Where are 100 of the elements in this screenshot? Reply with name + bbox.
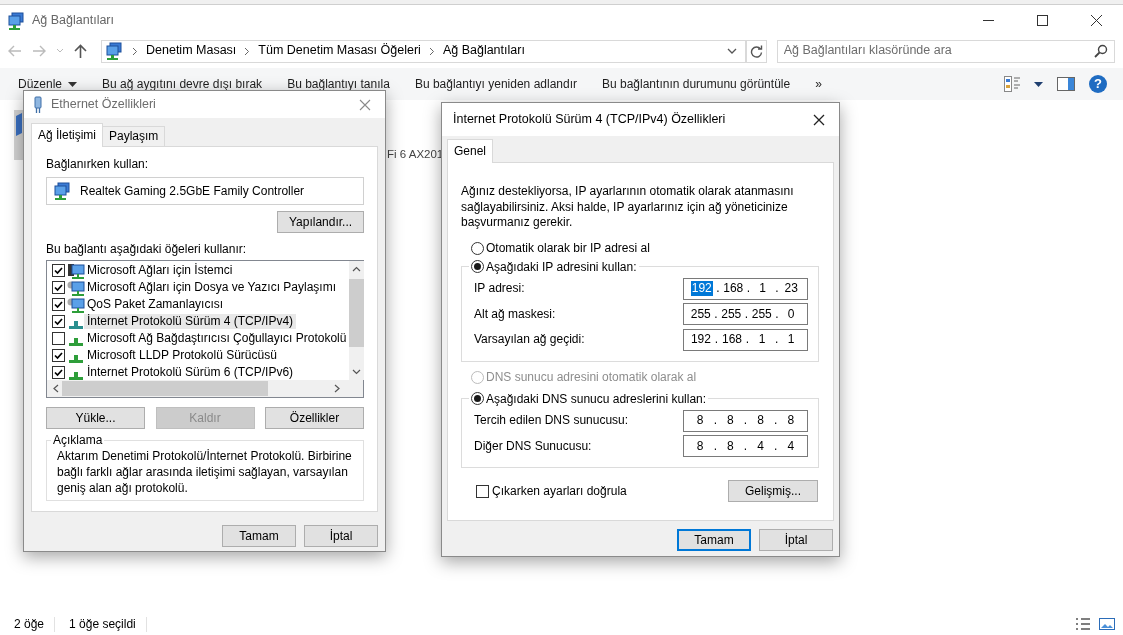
network-client-icon [67,262,85,279]
chevron-right-icon [244,46,251,56]
toolbar-button[interactable]: Düzenle [18,76,78,92]
network-service-icon [67,296,85,313]
toolbar-button[interactable]: Bu bağlantıyı tanıla [287,76,390,92]
status-text: 1 öğe seçildi [69,616,147,632]
list-item[interactable]: Microsoft Ağları için Dosya ve Yazıcı Paylaşımı [84,280,339,295]
search-input[interactable]: Ağ Bağlantıları klasöründe ara [783,43,1094,59]
field-label: IP adresi: [474,281,525,297]
ip-address-field[interactable]: 8 . 8 . 8 . 8 [683,409,808,432]
close-icon[interactable] [813,113,825,126]
radio-button[interactable] [471,392,484,406]
address-bar[interactable]: Denetim Masası Tüm Denetim Masası Öğeleri Ağ Bağlantıları [101,39,746,63]
network-protocol-icon [69,337,83,346]
scroll-up-icon[interactable] [352,266,362,272]
dialog-title: İnternet Protokolü Sürüm 4 (TCP/IPv4) Özellikleri [453,111,726,128]
maximize-icon[interactable] [1036,15,1048,26]
network-folder-icon [106,42,124,60]
section-label: Bağlanırken kullan: [46,157,150,172]
details-view-icon[interactable] [1075,617,1091,631]
breadcrumb-link[interactable]: Tüm Denetim Masası Öğeleri [258,43,421,59]
dialog-button[interactable]: Tamam [222,525,296,547]
option-label[interactable]: Aşağıdaki IP adresini kullan: [486,259,637,275]
tab[interactable]: Genel [447,139,494,163]
description-text: Aktarım Denetimi Protokolü/İnternet Protokolü. Birbirine bağlı farklı ağlar arasında iletişimi sağlayan, varsayılan geniş alan ağı protokolü. [57,449,353,497]
close-icon[interactable] [1090,15,1102,26]
field-label: Alt ağ maskesi: [474,306,556,322]
window-title: Ağ Bağlantıları [32,12,114,29]
ip-address-field[interactable]: 8 . 8 . 4 . 4 [683,435,808,458]
intro-text: Ağınız destekliyorsa, IP ayarlarının otomatik olarak atanmasını sağlayabilirsiniz. Aksi halde, IP ayarlarınız için ağ yöneticinize başvurmanız gerekir. [461,184,795,231]
chevron-right-icon [428,46,435,56]
view-options-icon[interactable] [1004,76,1020,92]
search-icon[interactable] [1094,44,1108,58]
field-label: Tercih edilen DNS sunucusu: [474,413,629,429]
more-button[interactable]: » [815,76,822,92]
dialog-button[interactable]: Tamam [677,529,751,551]
network-adapter-icon [54,182,72,200]
dialog-button[interactable]: Özellikler [265,407,364,429]
checkbox-label[interactable]: Çıkarken ayarları doğrula [492,483,627,499]
status-text: 2 öğe [14,616,56,632]
checkbox[interactable] [476,484,489,498]
toolbar-button[interactable]: Bu bağlantının durumunu görüntüle [602,76,791,92]
refresh-icon[interactable] [749,44,763,58]
list-item[interactable]: İnternet Protokolü Sürüm 4 (TCP/IPv4) [84,314,297,329]
checkbox[interactable] [52,349,65,362]
adapter-name: Fi 6 AX201 [387,147,444,162]
caret-icon[interactable] [68,81,78,87]
ip-address-field[interactable]: 192 . 168 . 1 . 1 [683,328,808,351]
scroll-down-icon[interactable] [352,369,362,375]
dialog-button[interactable]: Yükle... [46,407,145,429]
large-icons-view-icon[interactable] [1099,617,1115,631]
minimize-icon[interactable] [982,20,994,21]
field-label: Diğer DNS Sunucusu: [474,438,592,454]
scroll-left-icon[interactable] [52,384,60,393]
scroll-right-icon[interactable] [333,384,341,393]
option-label[interactable]: Aşağıdaki DNS sunucu adreslerini kullan: [486,391,707,407]
breadcrumb-link[interactable]: Denetim Masası [146,43,237,59]
network-adapter-icon [14,110,24,160]
horizontal-scrollbar[interactable] [47,380,363,397]
list-item[interactable]: İnternet Protokolü Sürüm 6 (TCP/IPv6) [84,365,297,380]
radio-button[interactable] [471,260,484,274]
checkbox[interactable] [52,264,65,277]
vertical-scrollbar[interactable] [349,261,365,380]
list-item[interactable]: Microsoft Ağ Bağdaştırıcısı Çoğullayıcı Protokolü [84,331,350,346]
section-label: Bu bağlantı aşağıdaki öğeleri kullanır: [46,242,248,257]
field-label: Varsayılan ağ geçidi: [474,332,585,348]
caret-icon[interactable] [1034,81,1043,87]
toolbar-button[interactable]: Bu bağlantıyı yeniden adlandır [414,76,577,92]
list-item[interactable]: QoS Paket Zamanlayıcısı [84,297,227,312]
checkbox[interactable] [52,281,65,294]
up-arrow-icon[interactable] [74,44,87,58]
radio-button[interactable] [471,241,484,255]
list-item[interactable]: Microsoft Ağları için İstemci [84,263,236,278]
dialog-title: Ethernet Özellikleri [51,96,156,113]
list-item[interactable]: Microsoft LLDP Protokolü Sürücüsü [84,348,280,363]
configure-button[interactable]: Yapılandır... [277,211,364,233]
option-label[interactable]: Otomatik olarak bir IP adresi al [486,240,650,256]
search-field[interactable]: Ağ Bağlantıları klasöründe ara [776,39,1115,63]
preview-pane-icon[interactable] [1057,77,1075,91]
network-protocol-icon [69,354,83,363]
checkbox[interactable] [52,298,65,311]
checkbox[interactable] [52,315,65,328]
network-folder-icon [8,11,26,30]
help-button[interactable]: ? [1089,75,1107,93]
network-protocol-icon [69,371,83,380]
ethernet-cable-icon [33,95,43,114]
advanced-button[interactable]: Gelişmiş... [728,480,818,503]
ip-address-field[interactable]: 255 . 255 . 255 . 0 [683,303,808,326]
network-service-icon [67,279,85,296]
adapter-name: Realtek Gaming 2.5GbE Family Controller [80,183,305,199]
breadcrumb-link[interactable]: Ağ Bağlantıları [442,43,525,59]
dialog-button[interactable]: İptal [759,529,833,551]
checkbox[interactable] [52,332,65,345]
group-title: Açıklama [52,433,104,448]
ip-address-field[interactable]: 192 . 168 . 1 . 23 [683,277,808,300]
network-protocol-icon [69,320,83,329]
checkbox[interactable] [52,366,65,379]
tab[interactable]: Ağ İletişimi [31,123,103,147]
tab[interactable]: Paylaşım [102,126,166,146]
dialog-button[interactable]: İptal [304,525,378,547]
